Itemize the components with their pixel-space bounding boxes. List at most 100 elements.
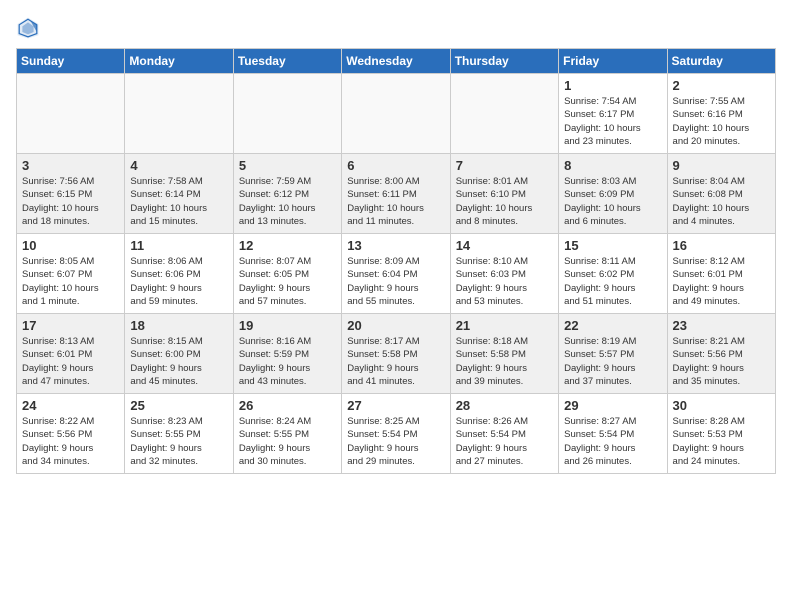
calendar-cell: 30 Sunrise: 8:28 AM Sunset: 5:53 PM Dayli… [667,394,775,474]
calendar-cell: 26 Sunrise: 8:24 AM Sunset: 5:55 PM Dayli… [233,394,341,474]
calendar-cell: 2 Sunrise: 7:55 AM Sunset: 6:16 PM Daylig… [667,74,775,154]
calendar-cell: 16Sunrise: 8:12 AM Sunset: 6:01 PM Dayli… [667,234,775,314]
day-number: 12 [239,238,336,253]
weekday-header: Wednesday [342,49,450,74]
calendar-cell: 6 Sunrise: 8:00 AM Sunset: 6:11 PM Daylig… [342,154,450,234]
day-info: Sunrise: 8:21 AM Sunset: 5:56 PM Dayligh… [673,335,770,388]
day-info: Sunrise: 8:00 AM Sunset: 6:11 PM Dayligh… [347,175,444,228]
calendar-cell: 22 Sunrise: 8:19 AM Sunset: 5:57 PM Dayli… [559,314,667,394]
day-number: 18 [130,318,227,333]
day-info: Sunrise: 8:13 AM Sunset: 6:01 PM Dayligh… [22,335,119,388]
day-number: 4 [130,158,227,173]
day-info: Sunrise: 8:07 AM Sunset: 6:05 PM Dayligh… [239,255,336,308]
day-info: Sunrise: 8:24 AM Sunset: 5:55 PM Dayligh… [239,415,336,468]
day-number: 11 [130,238,227,253]
day-info: Sunrise: 8:10 AM Sunset: 6:03 PM Dayligh… [456,255,553,308]
day-info: Sunrise: 8:03 AM Sunset: 6:09 PM Dayligh… [564,175,661,228]
calendar-cell [450,74,558,154]
day-info: Sunrise: 8:11 AM Sunset: 6:02 PM Dayligh… [564,255,661,308]
day-info: Sunrise: 8:04 AM Sunset: 6:08 PM Dayligh… [673,175,770,228]
weekday-header: Sunday [17,49,125,74]
day-info: Sunrise: 7:55 AM Sunset: 6:16 PM Dayligh… [673,95,770,148]
calendar-week-row: 10 Sunrise: 8:05 AM Sunset: 6:07 PM Dayli… [17,234,776,314]
day-info: Sunrise: 8:28 AM Sunset: 5:53 PM Dayligh… [673,415,770,468]
calendar-cell: 12 Sunrise: 8:07 AM Sunset: 6:05 PM Dayli… [233,234,341,314]
day-number: 7 [456,158,553,173]
day-number: 15 [564,238,661,253]
calendar-cell: 13Sunrise: 8:09 AM Sunset: 6:04 PM Dayli… [342,234,450,314]
calendar-cell [342,74,450,154]
calendar-cell: 18 Sunrise: 8:15 AM Sunset: 6:00 PM Dayli… [125,314,233,394]
weekday-header: Monday [125,49,233,74]
calendar-cell: 19 Sunrise: 8:16 AM Sunset: 5:59 PM Dayli… [233,314,341,394]
calendar-cell [125,74,233,154]
day-number: 13 [347,238,444,253]
calendar-cell: 25 Sunrise: 8:23 AM Sunset: 5:55 PM Dayli… [125,394,233,474]
calendar-cell: 5 Sunrise: 7:59 AM Sunset: 6:12 PM Daylig… [233,154,341,234]
calendar-cell: 11 Sunrise: 8:06 AM Sunset: 6:06 PM Dayli… [125,234,233,314]
day-number: 5 [239,158,336,173]
calendar-cell: 24 Sunrise: 8:22 AM Sunset: 5:56 PM Dayli… [17,394,125,474]
weekday-header: Tuesday [233,49,341,74]
day-info: Sunrise: 8:05 AM Sunset: 6:07 PM Dayligh… [22,255,119,308]
day-info: Sunrise: 8:06 AM Sunset: 6:06 PM Dayligh… [130,255,227,308]
day-number: 27 [347,398,444,413]
day-number: 6 [347,158,444,173]
calendar-cell: 28 Sunrise: 8:26 AM Sunset: 5:54 PM Dayli… [450,394,558,474]
page-header [16,16,776,40]
weekday-header: Friday [559,49,667,74]
day-number: 3 [22,158,119,173]
day-number: 22 [564,318,661,333]
day-info: Sunrise: 7:56 AM Sunset: 6:15 PM Dayligh… [22,175,119,228]
calendar-week-row: 24 Sunrise: 8:22 AM Sunset: 5:56 PM Dayli… [17,394,776,474]
day-number: 17 [22,318,119,333]
calendar-week-row: 1Sunrise: 7:54 AM Sunset: 6:17 PM Daylig… [17,74,776,154]
day-number: 28 [456,398,553,413]
calendar-header-row: SundayMondayTuesdayWednesdayThursdayFrid… [17,49,776,74]
day-info: Sunrise: 8:23 AM Sunset: 5:55 PM Dayligh… [130,415,227,468]
day-number: 23 [673,318,770,333]
calendar-cell: 8 Sunrise: 8:03 AM Sunset: 6:09 PM Daylig… [559,154,667,234]
day-info: Sunrise: 7:59 AM Sunset: 6:12 PM Dayligh… [239,175,336,228]
logo-icon [16,16,40,40]
day-info: Sunrise: 8:25 AM Sunset: 5:54 PM Dayligh… [347,415,444,468]
calendar-cell: 20 Sunrise: 8:17 AM Sunset: 5:58 PM Dayli… [342,314,450,394]
calendar-table: SundayMondayTuesdayWednesdayThursdayFrid… [16,48,776,474]
logo [16,16,44,40]
calendar-week-row: 3 Sunrise: 7:56 AM Sunset: 6:15 PM Daylig… [17,154,776,234]
day-number: 10 [22,238,119,253]
day-info: Sunrise: 8:12 AM Sunset: 6:01 PM Dayligh… [673,255,770,308]
day-number: 9 [673,158,770,173]
day-info: Sunrise: 8:01 AM Sunset: 6:10 PM Dayligh… [456,175,553,228]
day-info: Sunrise: 7:54 AM Sunset: 6:17 PM Dayligh… [564,95,661,148]
day-number: 25 [130,398,227,413]
calendar-cell: 21 Sunrise: 8:18 AM Sunset: 5:58 PM Dayli… [450,314,558,394]
day-info: Sunrise: 8:26 AM Sunset: 5:54 PM Dayligh… [456,415,553,468]
day-number: 2 [673,78,770,93]
day-number: 30 [673,398,770,413]
day-info: Sunrise: 7:58 AM Sunset: 6:14 PM Dayligh… [130,175,227,228]
day-number: 24 [22,398,119,413]
calendar-cell: 7 Sunrise: 8:01 AM Sunset: 6:10 PM Daylig… [450,154,558,234]
day-info: Sunrise: 8:22 AM Sunset: 5:56 PM Dayligh… [22,415,119,468]
calendar-cell: 3 Sunrise: 7:56 AM Sunset: 6:15 PM Daylig… [17,154,125,234]
day-info: Sunrise: 8:18 AM Sunset: 5:58 PM Dayligh… [456,335,553,388]
day-number: 20 [347,318,444,333]
day-number: 21 [456,318,553,333]
weekday-header: Saturday [667,49,775,74]
day-number: 8 [564,158,661,173]
calendar-cell: 9 Sunrise: 8:04 AM Sunset: 6:08 PM Daylig… [667,154,775,234]
day-info: Sunrise: 8:15 AM Sunset: 6:00 PM Dayligh… [130,335,227,388]
day-info: Sunrise: 8:27 AM Sunset: 5:54 PM Dayligh… [564,415,661,468]
calendar-cell: 4 Sunrise: 7:58 AM Sunset: 6:14 PM Daylig… [125,154,233,234]
day-info: Sunrise: 8:19 AM Sunset: 5:57 PM Dayligh… [564,335,661,388]
day-number: 19 [239,318,336,333]
day-number: 14 [456,238,553,253]
day-number: 29 [564,398,661,413]
calendar-cell: 10 Sunrise: 8:05 AM Sunset: 6:07 PM Dayli… [17,234,125,314]
day-number: 26 [239,398,336,413]
day-info: Sunrise: 8:17 AM Sunset: 5:58 PM Dayligh… [347,335,444,388]
day-info: Sunrise: 8:16 AM Sunset: 5:59 PM Dayligh… [239,335,336,388]
calendar-cell: 23 Sunrise: 8:21 AM Sunset: 5:56 PM Dayli… [667,314,775,394]
calendar-week-row: 17 Sunrise: 8:13 AM Sunset: 6:01 PM Dayli… [17,314,776,394]
